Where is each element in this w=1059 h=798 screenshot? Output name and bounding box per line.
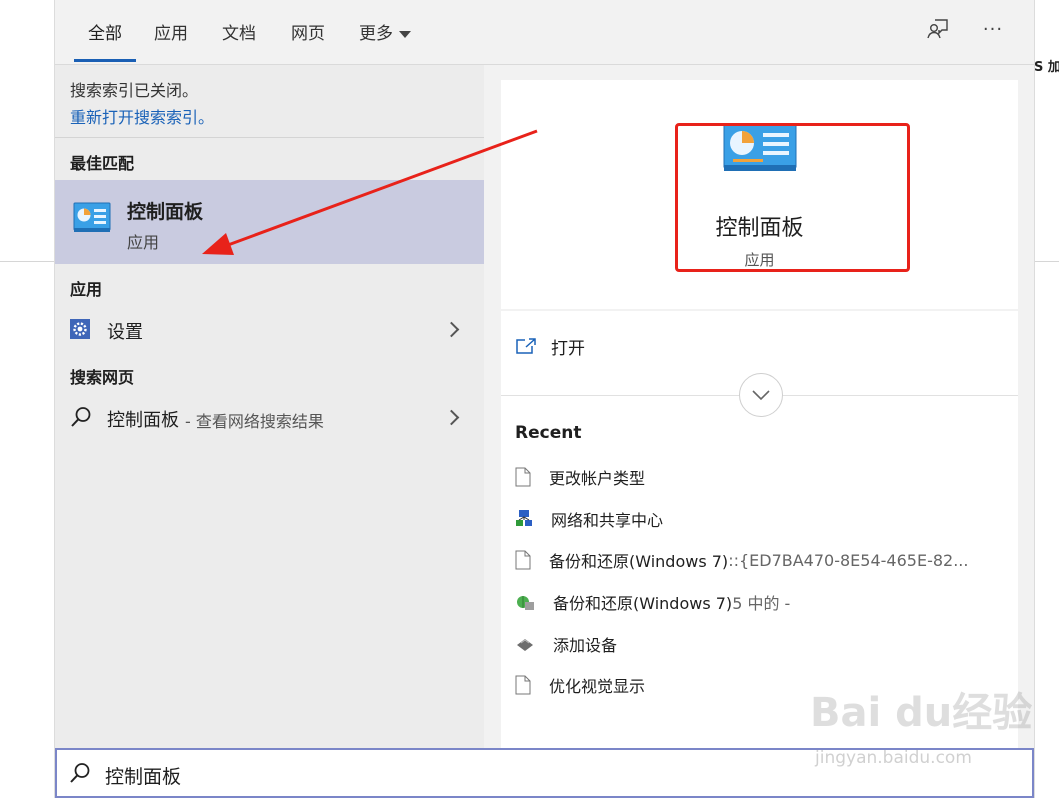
watermark-url: jingyan.baidu.com [815,748,972,768]
watermark-logo: Bai du经验 [810,690,1033,736]
annotation-arrow [202,129,538,255]
